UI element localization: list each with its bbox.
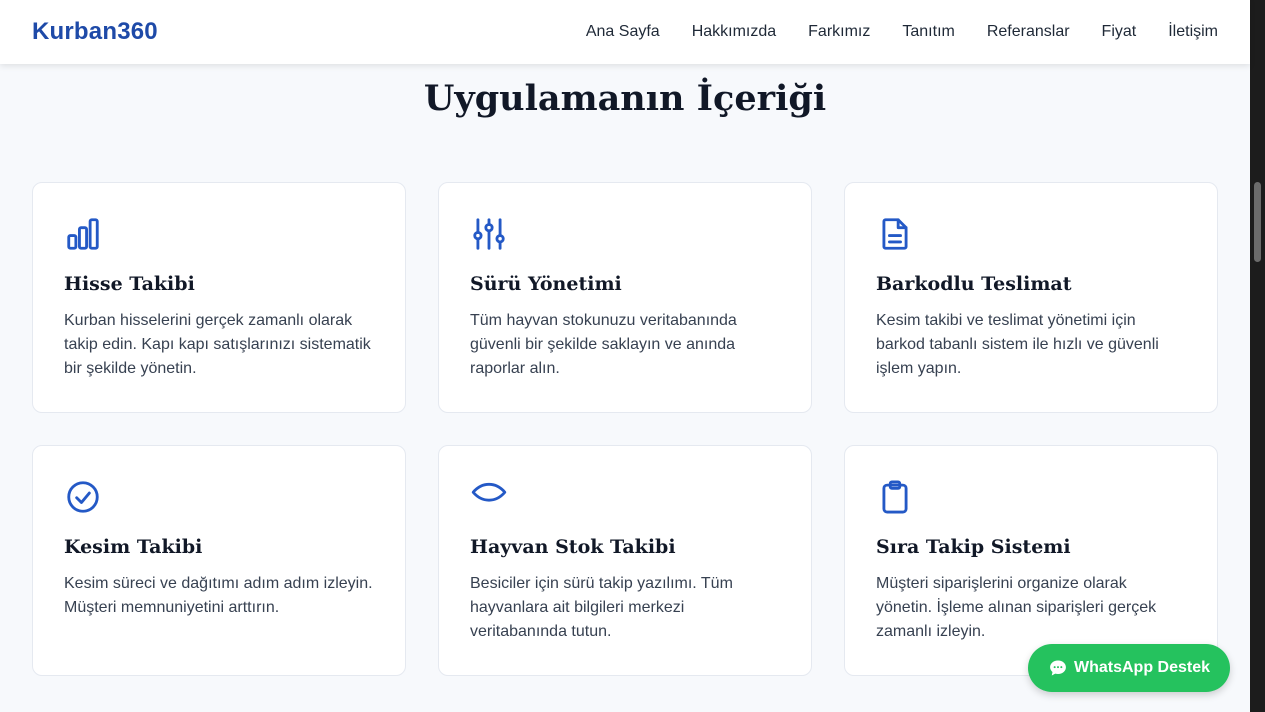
nav-ana-sayfa[interactable]: Ana Sayfa bbox=[586, 23, 660, 41]
feature-card-barkodlu-teslimat: Barkodlu Teslimat Kesim takibi ve teslim… bbox=[844, 182, 1218, 413]
nav-links: Ana Sayfa Hakkımızda Farkımız Tanıtım Re… bbox=[586, 23, 1218, 41]
nav-referanslar[interactable]: Referanslar bbox=[987, 23, 1070, 41]
check-circle-icon bbox=[64, 478, 102, 516]
feature-card-sira-takip-sistemi: Sıra Takip Sistemi Müşteri siparişlerini… bbox=[844, 445, 1218, 676]
feature-card-kesim-takibi: Kesim Takibi Kesim süreci ve dağıtımı ad… bbox=[32, 445, 406, 676]
top-navbar: Kurban360 Ana Sayfa Hakkımızda Farkımız … bbox=[0, 0, 1250, 64]
feature-title: Sıra Takip Sistemi bbox=[876, 536, 1071, 558]
scrollbar[interactable] bbox=[1250, 0, 1265, 712]
feature-title: Hisse Takibi bbox=[64, 273, 195, 295]
feature-card-suru-yonetimi: Sürü Yönetimi Tüm hayvan stokunuzu verit… bbox=[438, 182, 812, 413]
feature-description: Kesim takibi ve teslimat yönetimi için b… bbox=[876, 312, 1159, 377]
feature-description: Tüm hayvan stokunuzu veritabanında güven… bbox=[470, 312, 737, 377]
eye-icon bbox=[470, 478, 508, 516]
nav-farkimiz[interactable]: Farkımız bbox=[808, 23, 870, 41]
brand-logo[interactable]: Kurban360 bbox=[32, 18, 158, 46]
feature-card-hisse-takibi: Hisse Takibi Kurban hisselerini gerçek z… bbox=[32, 182, 406, 413]
feature-title: Sürü Yönetimi bbox=[470, 273, 622, 295]
feature-title: Kesim Takibi bbox=[64, 536, 203, 558]
nav-tanitim[interactable]: Tanıtım bbox=[902, 23, 954, 41]
nav-hakkimizda[interactable]: Hakkımızda bbox=[692, 23, 776, 41]
document-icon bbox=[876, 215, 914, 253]
section-title: Uygulamanın İçeriği bbox=[423, 78, 827, 119]
feature-description: Müşteri siparişlerini organize olarak yö… bbox=[876, 575, 1157, 640]
nav-fiyat[interactable]: Fiyat bbox=[1102, 23, 1137, 41]
feature-title: Hayvan Stok Takibi bbox=[470, 536, 676, 558]
whatsapp-label: WhatsApp Destek bbox=[1073, 659, 1211, 676]
sliders-icon bbox=[470, 215, 508, 253]
scrollbar-thumb[interactable] bbox=[1254, 182, 1261, 262]
feature-description: Besiciler için sürü takip yazılımı. Tüm … bbox=[470, 575, 733, 640]
nav-iletisim[interactable]: İletişim bbox=[1168, 23, 1218, 41]
clipboard-icon bbox=[876, 478, 914, 516]
bar-chart-icon bbox=[64, 215, 102, 253]
chat-bubble-icon bbox=[1050, 660, 1066, 676]
feature-card-hayvan-stok-takibi: Hayvan Stok Takibi Besiciler için sürü t… bbox=[438, 445, 812, 676]
feature-description: Kesim süreci ve dağıtımı adım adım izley… bbox=[64, 575, 373, 616]
feature-description: Kurban hisselerini gerçek zamanlı olarak… bbox=[64, 312, 371, 377]
whatsapp-support-button[interactable]: WhatsApp Destek bbox=[1028, 644, 1230, 692]
feature-title: Barkodlu Teslimat bbox=[876, 273, 1072, 295]
